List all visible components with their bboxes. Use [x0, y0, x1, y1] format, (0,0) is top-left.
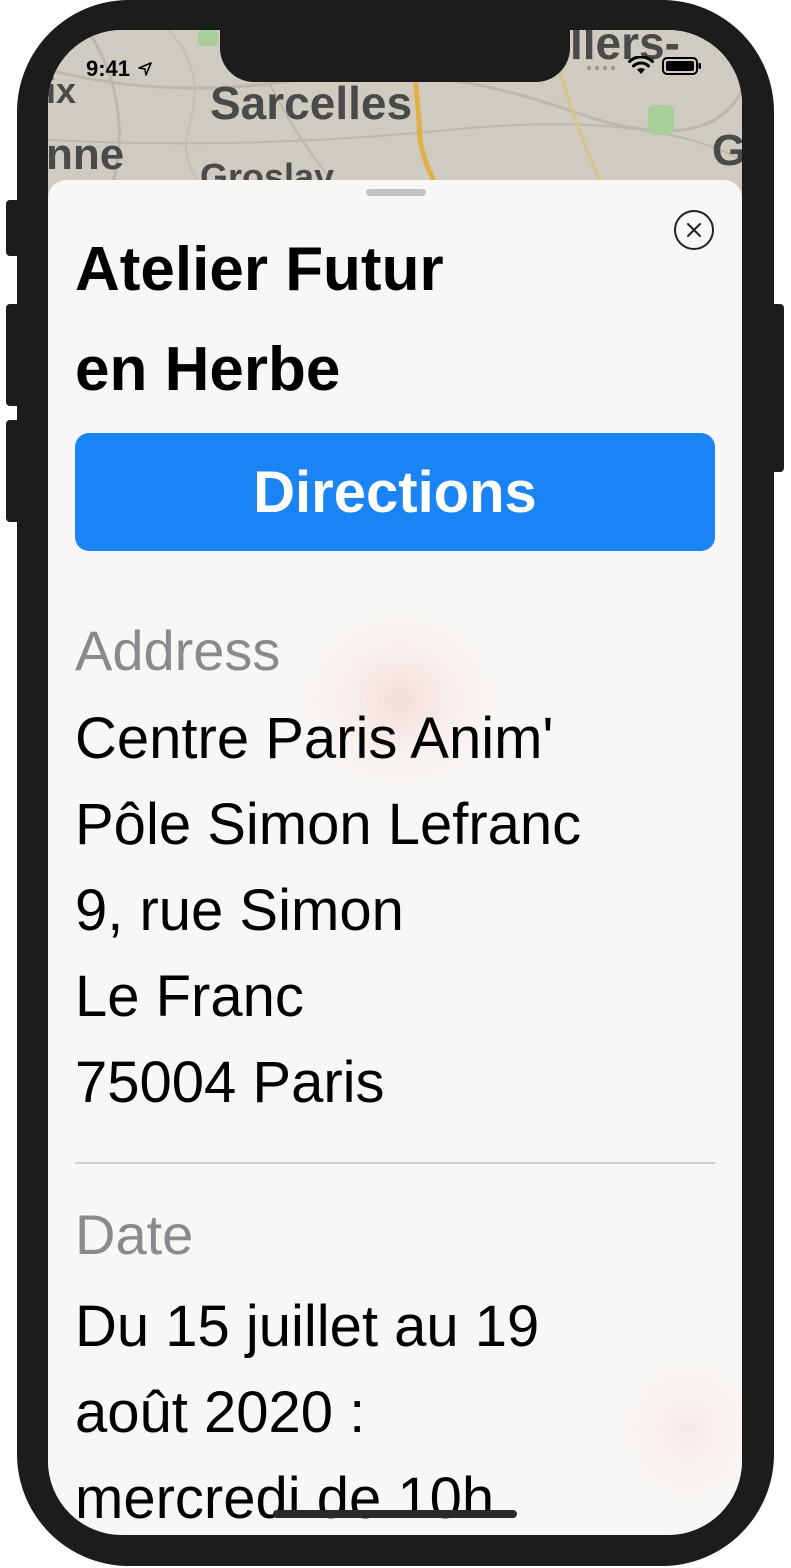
place-title: Atelier Futur en Herbe	[75, 220, 655, 420]
place-title-line-1: Atelier Futur	[75, 235, 444, 304]
address-line: Le Franc	[75, 964, 304, 1029]
cellular-signal-icon	[586, 65, 616, 71]
mute-switch	[6, 200, 20, 256]
power-button	[770, 304, 784, 472]
address-line: 9, rue Simon	[75, 878, 404, 943]
volume-up-button	[6, 304, 20, 406]
map-label-g: G	[712, 126, 742, 175]
address-line: 75004 Paris	[75, 1050, 385, 1115]
close-button[interactable]	[674, 210, 714, 250]
screen: Sarcelles Groslay ix nne llers- G 9:41 A…	[48, 30, 742, 1535]
date-value: Du 15 juillet au 19 août 2020 : mercredi…	[75, 1284, 715, 1535]
status-time: 9:41	[86, 56, 152, 82]
map-label-nne: nne	[48, 130, 125, 179]
map-label-sarcelles: Sarcelles	[210, 77, 413, 129]
map-label-ix: ix	[48, 70, 77, 111]
close-icon	[687, 223, 701, 237]
place-title-line-2: en Herbe	[75, 335, 341, 404]
status-time-label: 9:41	[86, 56, 131, 81]
address-line: Centre Paris Anim'	[75, 706, 554, 771]
location-arrow-icon	[138, 62, 152, 76]
address-value: Centre Paris Anim' Pôle Simon Lefranc 9,…	[75, 696, 715, 1126]
address-line: Pôle Simon Lefranc	[75, 792, 582, 857]
device-notch	[220, 30, 570, 82]
sheet-grabber[interactable]	[366, 189, 426, 196]
battery-icon	[662, 57, 701, 75]
section-divider	[75, 1162, 715, 1164]
date-line: août 2020 :	[75, 1380, 366, 1445]
status-indicators	[586, 56, 702, 76]
date-line: Du 15 juillet au 19	[75, 1294, 540, 1359]
date-label: Date	[75, 1203, 194, 1266]
address-label: Address	[75, 619, 281, 682]
wifi-icon	[628, 56, 654, 74]
directions-button[interactable]: Directions	[75, 433, 715, 551]
place-detail-sheet[interactable]: Atelier Futur en Herbe Directions Addres…	[48, 180, 742, 1535]
home-indicator[interactable]	[273, 1510, 517, 1518]
volume-down-button	[6, 420, 20, 522]
date-line: mercredi de 10h	[75, 1466, 495, 1531]
